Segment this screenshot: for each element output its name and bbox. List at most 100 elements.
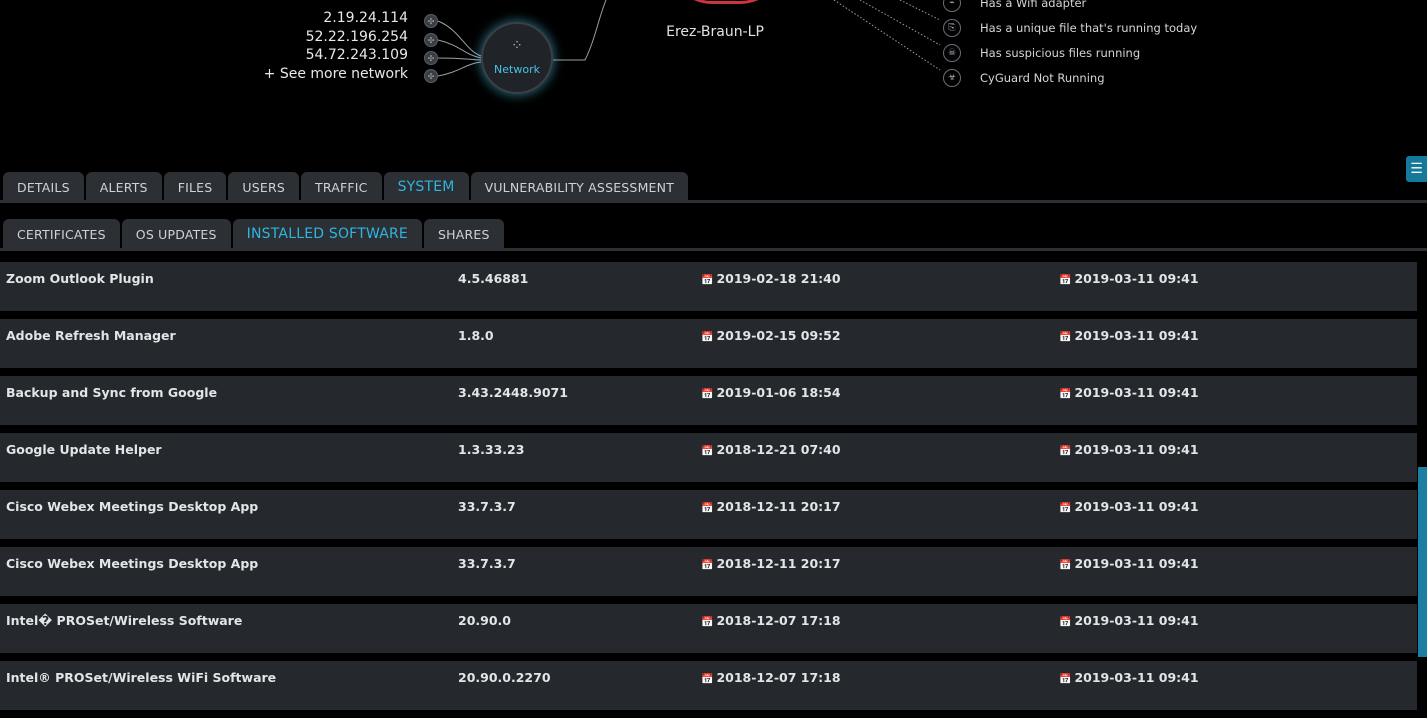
- tab-users[interactable]: USERS: [228, 172, 299, 202]
- software-name: Google Update Helper: [6, 442, 162, 457]
- software-version: 1.8.0: [458, 328, 494, 343]
- tab-shares[interactable]: SHARES: [423, 219, 504, 249]
- software-version: 4.5.46881: [458, 271, 529, 286]
- network-icon: ⁘: [511, 37, 523, 54]
- table-row[interactable]: Zoom Outlook Plugin 4.5.46881 📅 2019-02-1…: [0, 262, 1417, 311]
- software-version: 3.43.2448.9071: [458, 385, 568, 400]
- ip-address[interactable]: 2.19.24.114: [200, 9, 408, 28]
- last-seen-date: 2019-03-11 09:41: [1074, 499, 1199, 514]
- tab-os-updates[interactable]: OS UPDATES: [121, 219, 231, 249]
- tab-details[interactable]: DETAILS: [3, 172, 84, 202]
- calendar-icon: 📅: [701, 389, 714, 400]
- table-row[interactable]: Google Update Helper 1.3.33.23 📅 2018-12-…: [0, 433, 1417, 482]
- last-seen-cell: 📅 2019-03-11 09:41: [1059, 319, 1199, 368]
- suspicious-file-icon: ☠: [943, 43, 961, 62]
- biohazard-icon: ☣: [943, 68, 961, 87]
- table-row[interactable]: Backup and Sync from Google 3.43.2448.90…: [0, 376, 1417, 425]
- network-connection-icon[interactable]: ✣: [424, 69, 438, 83]
- tab-system[interactable]: SYSTEM: [383, 172, 469, 202]
- install-date-cell: 📅 2019-01-06 18:54: [701, 376, 841, 425]
- last-seen-date: 2019-03-11 09:41: [1074, 271, 1199, 286]
- installed-software-table: Zoom Outlook Plugin 4.5.46881 📅 2019-02-1…: [0, 262, 1417, 718]
- network-node[interactable]: ⁘ Network: [481, 22, 553, 94]
- install-date: 2018-12-07 17:18: [716, 613, 841, 628]
- install-date: 2018-12-07 17:18: [716, 670, 841, 685]
- install-date-cell: 📅 2018-12-07 17:18: [701, 604, 841, 653]
- alert-text: Has suspicious files running: [980, 45, 1141, 60]
- install-date: 2019-02-15 09:52: [716, 328, 841, 343]
- calendar-icon: 📅: [1059, 275, 1072, 286]
- tab-alerts[interactable]: ALERTS: [85, 172, 162, 202]
- tab-installed-software[interactable]: INSTALLED SOFTWARE: [232, 219, 422, 249]
- calendar-icon: 📅: [1059, 332, 1072, 343]
- software-name: Intel® PROSet/Wireless WiFi Software: [6, 670, 277, 685]
- calendar-icon: 📅: [701, 617, 714, 628]
- alert-text: Has a unique file that's running today: [980, 20, 1198, 35]
- host-name: Erez-Braun-LP: [666, 24, 764, 40]
- network-ip-list: 2.19.24.114 52.22.196.254 54.72.243.109 …: [200, 9, 408, 83]
- last-seen-date: 2019-03-11 09:41: [1074, 556, 1199, 571]
- adapter-icon: ⌁: [943, 0, 961, 12]
- calendar-icon: 📅: [701, 446, 714, 457]
- install-date-cell: 📅 2019-02-15 09:52: [701, 319, 841, 368]
- system-subtabs: CERTIFICATES OS UPDATES INSTALLED SOFTWA…: [3, 219, 504, 249]
- software-name: Zoom Outlook Plugin: [6, 271, 154, 286]
- see-more-network-link[interactable]: + See more network: [200, 65, 408, 84]
- table-row[interactable]: Intel� PROSet/Wireless Software 20.90.0 …: [0, 604, 1417, 653]
- install-date-cell: 📅 2018-12-11 20:17: [701, 490, 841, 539]
- calendar-icon: 📅: [701, 275, 714, 286]
- last-seen-cell: 📅 2019-03-11 09:41: [1059, 547, 1199, 596]
- install-date: 2019-02-18 21:40: [716, 271, 841, 286]
- calendar-icon: 📅: [1059, 503, 1072, 514]
- tab-certificates[interactable]: CERTIFICATES: [3, 219, 120, 249]
- alert-list: ⌁ Has a Wifi adapter ⎘ Has a unique file…: [943, 0, 1197, 90]
- alert-item[interactable]: ☣ CyGuard Not Running: [943, 65, 1197, 90]
- install-date: 2018-12-11 20:17: [716, 499, 841, 514]
- ip-address[interactable]: 54.72.243.109: [200, 46, 408, 65]
- software-version: 33.7.3.7: [458, 499, 516, 514]
- table-row[interactable]: Adobe Refresh Manager 1.8.0 📅 2019-02-15 …: [0, 319, 1417, 368]
- calendar-icon: 📅: [1059, 674, 1072, 685]
- tab-traffic[interactable]: TRAFFIC: [301, 172, 382, 202]
- alert-text: CyGuard Not Running: [980, 70, 1105, 85]
- alert-text: Has a Wifi adapter: [980, 0, 1087, 10]
- network-node-label: Network: [494, 62, 540, 76]
- alert-item[interactable]: ⌁ Has a Wifi adapter: [943, 0, 1197, 15]
- checklist-panel-toggle-icon[interactable]: ☰: [1406, 156, 1427, 182]
- unique-file-icon: ⎘: [943, 18, 961, 37]
- network-connection-icon[interactable]: ✣: [424, 14, 438, 28]
- endpoint-graph: 2.19.24.114 52.22.196.254 54.72.243.109 …: [0, 0, 1427, 160]
- software-version: 1.3.33.23: [458, 442, 525, 457]
- table-row[interactable]: Cisco Webex Meetings Desktop App 33.7.3.…: [0, 490, 1417, 539]
- calendar-icon: 📅: [701, 503, 714, 514]
- ip-address[interactable]: 52.22.196.254: [200, 28, 408, 47]
- tab-files[interactable]: FILES: [163, 172, 227, 202]
- calendar-icon: 📅: [1059, 446, 1072, 457]
- install-date: 2019-01-06 18:54: [716, 385, 841, 400]
- table-row[interactable]: Cisco Webex Meetings Desktop App 33.7.3.…: [0, 547, 1417, 596]
- calendar-icon: 📅: [701, 674, 714, 685]
- network-connection-icon[interactable]: ✣: [424, 33, 438, 47]
- last-seen-cell: 📅 2019-03-11 09:41: [1059, 661, 1199, 710]
- install-date-cell: 📅 2018-12-11 20:17: [701, 547, 841, 596]
- alert-item[interactable]: ⎘ Has a unique file that's running today: [943, 15, 1197, 40]
- table-scrollbar[interactable]: [1418, 467, 1427, 657]
- software-version: 33.7.3.7: [458, 556, 516, 571]
- install-date: 2018-12-21 07:40: [716, 442, 841, 457]
- software-version: 20.90.0.2270: [458, 670, 551, 685]
- software-name: Intel� PROSet/Wireless Software: [6, 613, 243, 628]
- software-name: Cisco Webex Meetings Desktop App: [6, 499, 259, 514]
- main-tabs: DETAILS ALERTS FILES USERS TRAFFIC SYSTE…: [3, 172, 689, 202]
- calendar-icon: 📅: [701, 560, 714, 571]
- table-row[interactable]: Intel® PROSet/Wireless WiFi Software 20.…: [0, 661, 1417, 710]
- last-seen-date: 2019-03-11 09:41: [1074, 385, 1199, 400]
- tab-divider: [0, 200, 1427, 203]
- last-seen-date: 2019-03-11 09:41: [1074, 328, 1199, 343]
- software-name: Backup and Sync from Google: [6, 385, 218, 400]
- install-date: 2018-12-11 20:17: [716, 556, 841, 571]
- tab-vulnerability-assessment[interactable]: VULNERABILITY ASSESSMENT: [470, 172, 689, 202]
- last-seen-date: 2019-03-11 09:41: [1074, 613, 1199, 628]
- alert-item[interactable]: ☠ Has suspicious files running: [943, 40, 1197, 65]
- subtab-divider: [0, 248, 1427, 251]
- network-connection-icon[interactable]: ✣: [424, 51, 438, 65]
